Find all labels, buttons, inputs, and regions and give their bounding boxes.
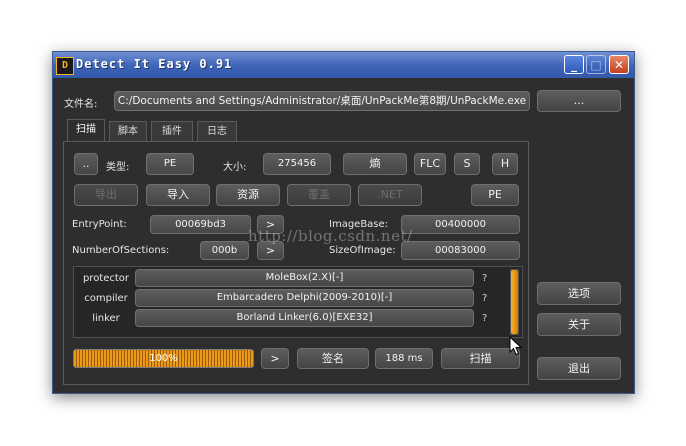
h-button[interactable]: H — [492, 153, 518, 175]
export-button[interactable]: 导出 — [74, 184, 138, 206]
mouse-cursor-icon — [509, 336, 523, 356]
entrypoint-label: EntryPoint: — [72, 219, 127, 230]
options-button[interactable]: 选项 — [537, 282, 621, 305]
detection-name-linker: Borland Linker(6.0)[EXE32] — [135, 309, 474, 327]
exit-button[interactable]: 退出 — [537, 357, 621, 380]
file-name-label: 文件名: — [64, 99, 98, 110]
watermark-text: http://blog.csdn.net/ — [248, 227, 413, 245]
import-button[interactable]: 导入 — [146, 184, 210, 206]
type-label: 类型: — [106, 162, 130, 173]
detection-name-compiler: Embarcadero Delphi(2009-2010)[-] — [135, 289, 474, 307]
file-path-field[interactable]: C:/Documents and Settings/Administrator/… — [114, 91, 530, 111]
resources-button[interactable]: 资源 — [216, 184, 280, 206]
tab-scan[interactable]: 扫描 — [67, 119, 105, 142]
detection-info-linker[interactable]: ? — [482, 313, 487, 324]
tab-script[interactable]: 脚本 — [109, 121, 147, 141]
sizeofimage-label: SizeOfImage: — [329, 245, 396, 256]
detection-name-protector: MoleBox(2.X)[-] — [135, 269, 474, 287]
sections-field: 000b — [200, 241, 249, 260]
tab-log[interactable]: 日志 — [197, 121, 237, 141]
signature-button[interactable]: 签名 — [297, 348, 369, 369]
type-field: PE — [146, 153, 194, 175]
results-scrollbar[interactable] — [510, 269, 519, 335]
browse-button[interactable]: ... — [537, 90, 621, 112]
overlay-button[interactable]: 覆盖 — [287, 184, 351, 206]
sizeofimage-field: 00083000 — [401, 241, 520, 260]
detection-type-compiler: compiler — [84, 293, 128, 304]
detection-type-linker: linker — [92, 313, 120, 324]
up-button[interactable]: .. — [74, 153, 98, 175]
s-button[interactable]: S — [454, 153, 480, 175]
title-bar[interactable]: D Detect It Easy 0.91 _ □ ✕ — [53, 52, 634, 78]
pe-button[interactable]: PE — [471, 184, 519, 206]
imagebase-field: 00400000 — [401, 215, 520, 234]
minimize-button[interactable]: _ — [564, 55, 584, 74]
progress-label: 100% — [149, 353, 178, 364]
size-field: 275456 — [263, 153, 331, 175]
sections-label: NumberOfSections: — [72, 245, 170, 256]
progress-more-button[interactable]: > — [261, 348, 289, 369]
tab-plugin[interactable]: 插件 — [151, 121, 193, 141]
main-window: D Detect It Easy 0.91 _ □ ✕ 文件名: C:/Docu… — [52, 51, 635, 394]
detection-info-protector[interactable]: ? — [482, 273, 487, 284]
about-button[interactable]: 关于 — [537, 313, 621, 336]
detection-info-compiler[interactable]: ? — [482, 293, 487, 304]
close-button[interactable]: ✕ — [609, 55, 629, 74]
scrollbar-thumb[interactable] — [511, 270, 518, 334]
detection-type-protector: protector — [82, 273, 130, 284]
flc-button[interactable]: FLC — [414, 153, 446, 175]
size-label: 大小: — [223, 162, 247, 173]
dotnet-button[interactable]: .NET — [358, 184, 422, 206]
entropy-button[interactable]: 熵 — [343, 153, 407, 175]
scan-time-field: 188 ms — [375, 348, 433, 369]
maximize-button[interactable]: □ — [586, 55, 606, 74]
scan-progress-bar: 100% — [73, 349, 254, 368]
entrypoint-field: 00069bd3 — [150, 215, 251, 234]
window-title: Detect It Easy 0.91 — [76, 57, 233, 71]
app-logo-icon: D — [56, 57, 74, 75]
